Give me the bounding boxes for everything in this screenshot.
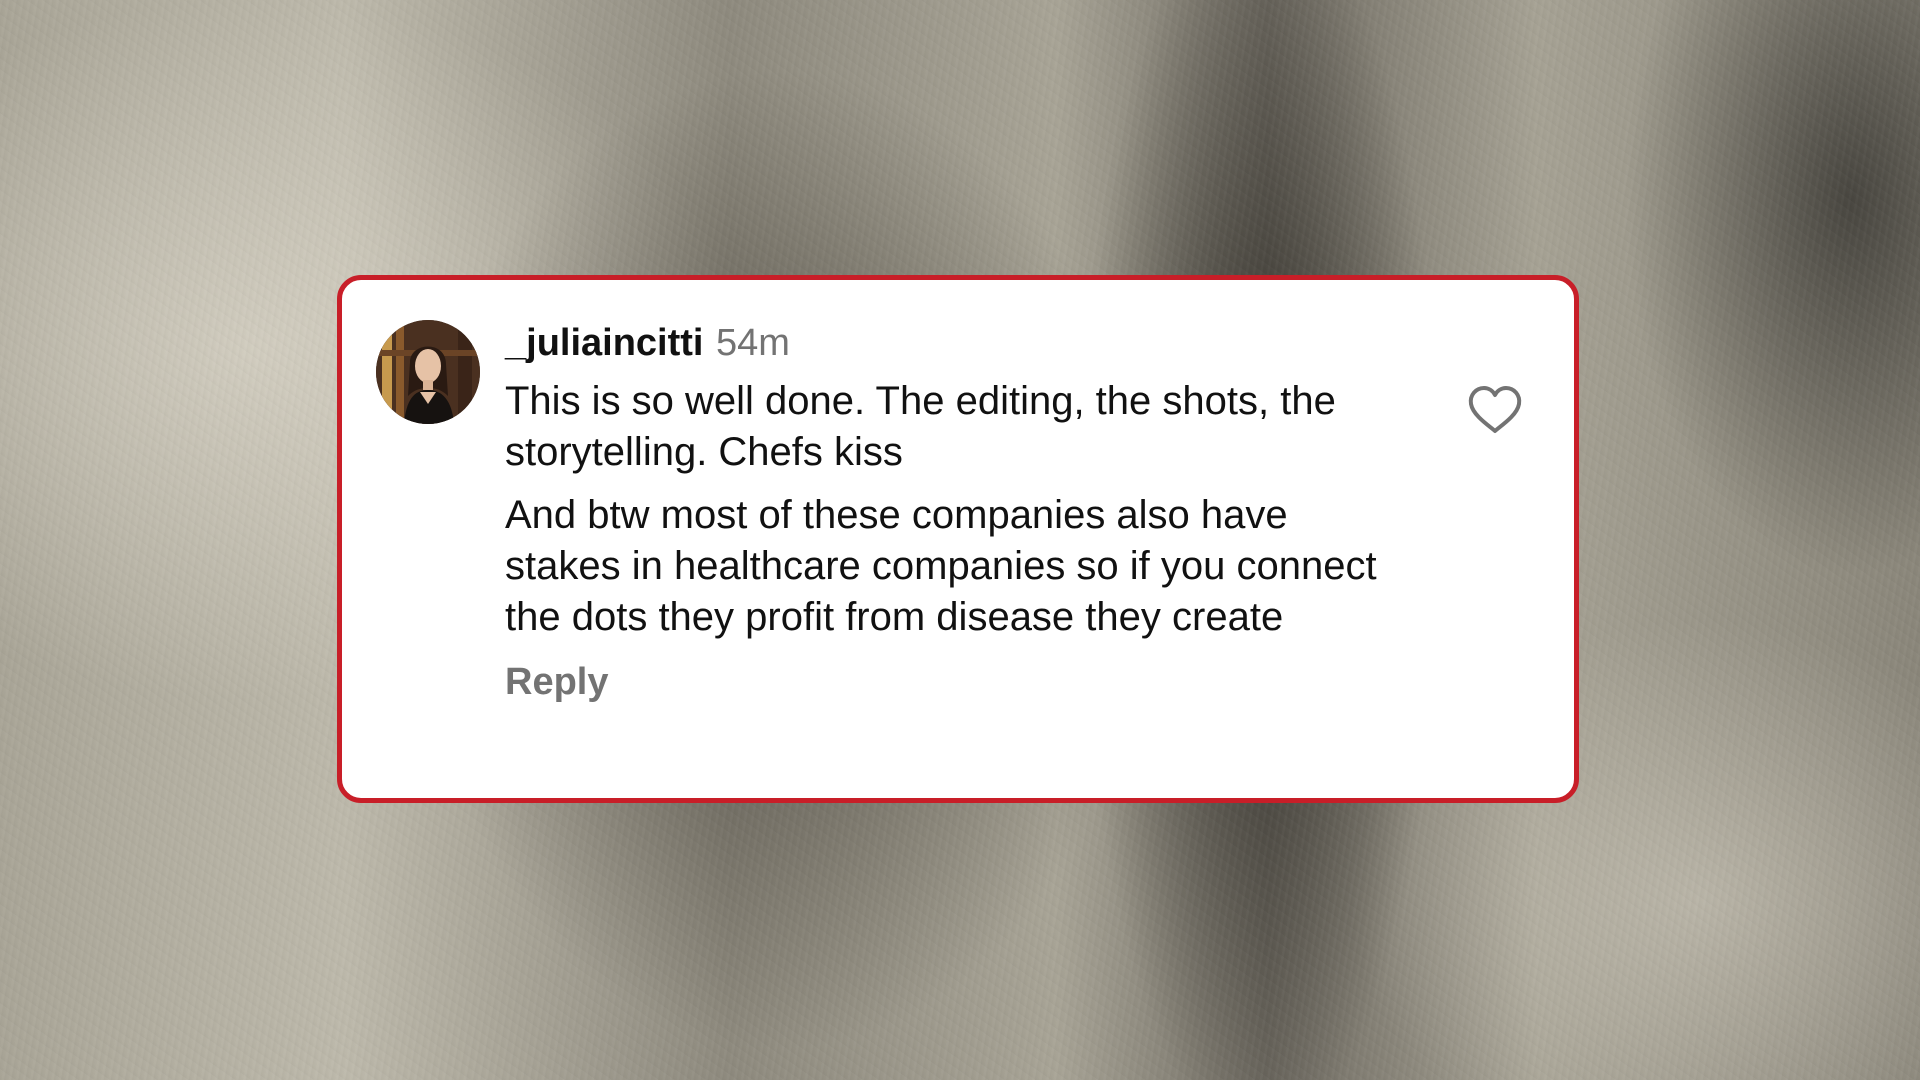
avatar[interactable] <box>376 320 480 424</box>
comment-text-paragraph-1: This is so well done. The editing, the s… <box>505 379 1336 474</box>
heart-outline-icon[interactable] <box>1467 384 1523 436</box>
comment-card: _juliaincitti 54m This is so well done. … <box>337 275 1579 803</box>
comment-content: _juliaincitti 54m This is so well done. … <box>505 318 1405 704</box>
reply-button[interactable]: Reply <box>505 661 608 704</box>
username[interactable]: _juliaincitti <box>505 322 703 364</box>
timestamp: 54m <box>715 322 790 364</box>
comment-header: _juliaincitti 54m <box>505 318 1405 368</box>
comment-text-paragraph-2: And btw most of these companies also hav… <box>505 493 1377 639</box>
